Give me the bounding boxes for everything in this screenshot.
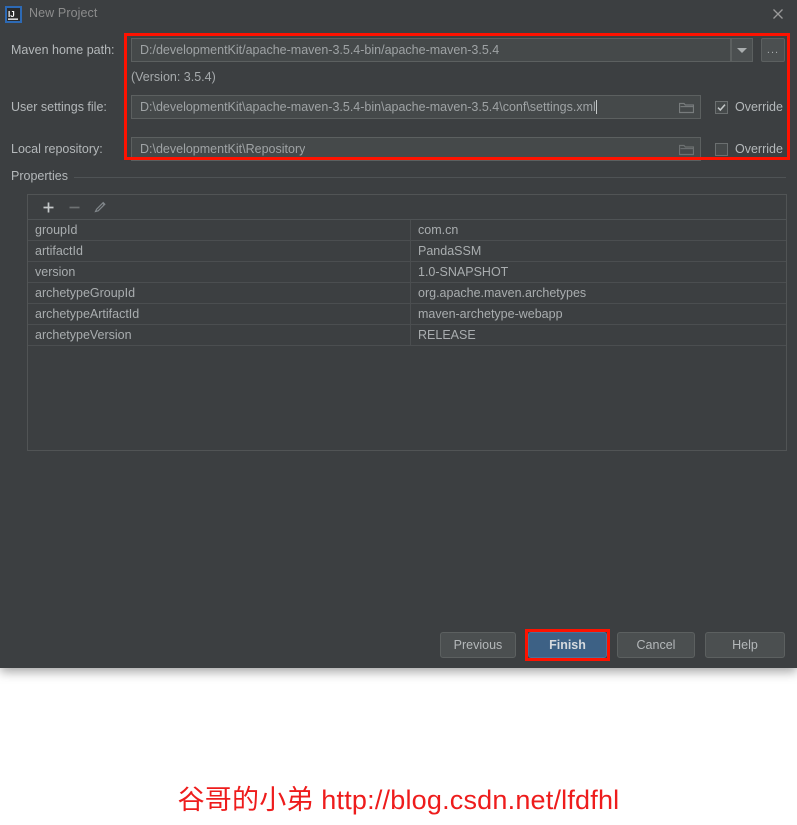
property-value-cell: org.apache.maven.archetypes bbox=[418, 286, 587, 300]
user-settings-override-checkbox[interactable]: Override bbox=[715, 100, 783, 114]
maven-home-path-value: D:/developmentKit/apache-maven-3.5.4-bin… bbox=[140, 43, 500, 57]
property-value-cell: 1.0-SNAPSHOT bbox=[418, 265, 509, 279]
plus-icon[interactable] bbox=[35, 196, 61, 218]
table-row[interactable]: archetypeGroupId org.apache.maven.archety… bbox=[28, 283, 786, 304]
table-row[interactable]: groupId com.cn bbox=[28, 220, 786, 241]
text-caret bbox=[595, 100, 597, 114]
dialog-footer: Previous Finish Cancel Help bbox=[0, 629, 797, 668]
new-project-dialog: IJ New Project Maven home path: D:/devel… bbox=[0, 0, 797, 668]
checkbox-checked-icon bbox=[715, 100, 728, 114]
property-value-cell: RELEASE bbox=[418, 328, 476, 342]
screenshot-root: IJ New Project Maven home path: D:/devel… bbox=[0, 0, 797, 825]
checkbox-unchecked-icon bbox=[715, 142, 728, 156]
table-row[interactable]: archetypeVersion RELEASE bbox=[28, 325, 786, 346]
pencil-icon[interactable] bbox=[87, 196, 113, 218]
dialog-title: New Project bbox=[29, 6, 98, 20]
properties-table: groupId com.cn artifactId PandaSSM version 1.… bbox=[27, 194, 787, 451]
properties-toolbar bbox=[28, 195, 786, 220]
properties-group-divider bbox=[11, 177, 786, 178]
property-key-cell: archetypeGroupId bbox=[28, 283, 411, 303]
intellij-idea-logo-icon: IJ bbox=[5, 6, 22, 23]
maven-home-path-browse-button[interactable]: ... bbox=[761, 38, 785, 62]
dialog-titlebar: IJ New Project bbox=[0, 0, 797, 28]
finish-button[interactable]: Finish bbox=[528, 632, 607, 658]
property-key-cell: archetypeArtifactId bbox=[28, 304, 411, 324]
property-key-cell: artifactId bbox=[28, 241, 411, 261]
user-settings-file-value: D:\developmentKit\apache-maven-3.5.4-bin… bbox=[140, 100, 596, 114]
cancel-button[interactable]: Cancel bbox=[617, 632, 695, 658]
previous-button[interactable]: Previous bbox=[440, 632, 516, 658]
properties-rows: groupId com.cn artifactId PandaSSM version 1.… bbox=[28, 220, 786, 346]
user-settings-file-input[interactable]: D:\developmentKit\apache-maven-3.5.4-bin… bbox=[131, 95, 701, 119]
close-icon[interactable] bbox=[769, 5, 787, 23]
svg-text:IJ: IJ bbox=[8, 10, 15, 19]
table-row[interactable]: version 1.0-SNAPSHOT bbox=[28, 262, 786, 283]
local-repository-input[interactable]: D:\developmentKit\Repository bbox=[131, 137, 701, 161]
property-key-cell: version bbox=[28, 262, 411, 282]
table-row[interactable]: artifactId PandaSSM bbox=[28, 241, 786, 262]
property-value-cell: PandaSSM bbox=[418, 244, 482, 258]
ellipsis-label: ... bbox=[766, 44, 780, 56]
maven-home-path-dropdown-chevron-down-icon[interactable] bbox=[731, 38, 753, 62]
local-repository-folder-icon[interactable] bbox=[674, 138, 698, 160]
help-button[interactable]: Help bbox=[705, 632, 785, 658]
minus-icon[interactable] bbox=[61, 196, 87, 218]
table-row[interactable]: archetypeArtifactId maven-archetype-webap… bbox=[28, 304, 786, 325]
maven-version-note: (Version: 3.5.4) bbox=[131, 70, 216, 84]
local-repository-value: D:\developmentKit\Repository bbox=[140, 142, 306, 156]
watermark-text: 谷哥的小弟 http://blog.csdn.net/lfdfhl bbox=[177, 785, 620, 815]
local-repository-label: Local repository: bbox=[11, 142, 103, 156]
properties-group-label: Properties bbox=[11, 169, 74, 183]
local-repository-override-checkbox[interactable]: Override bbox=[715, 142, 783, 156]
local-repository-override-label: Override bbox=[735, 142, 783, 156]
maven-home-path-input[interactable]: D:/developmentKit/apache-maven-3.5.4-bin… bbox=[131, 38, 731, 62]
maven-home-path-label: Maven home path: bbox=[11, 43, 115, 57]
user-settings-file-label: User settings file: bbox=[11, 100, 107, 114]
user-settings-override-label: Override bbox=[735, 100, 783, 114]
user-settings-file-folder-icon[interactable] bbox=[674, 96, 698, 118]
property-value-cell: com.cn bbox=[418, 223, 459, 237]
property-value-cell: maven-archetype-webapp bbox=[418, 307, 563, 321]
property-key-cell: archetypeVersion bbox=[28, 325, 411, 345]
property-key-cell: groupId bbox=[28, 220, 411, 240]
